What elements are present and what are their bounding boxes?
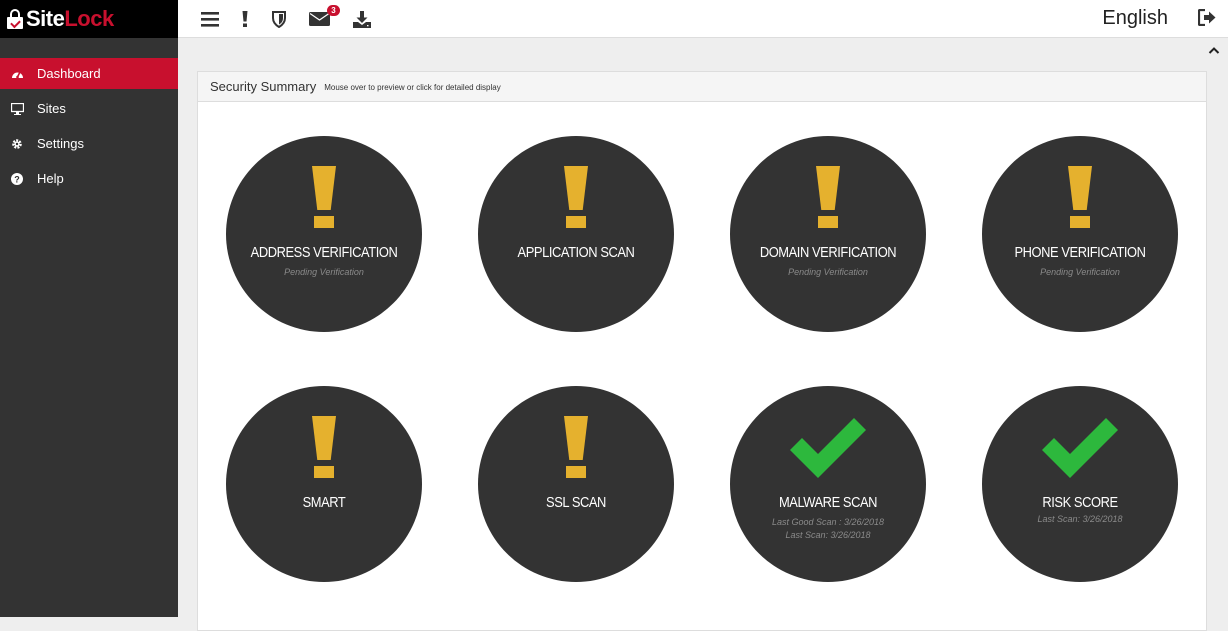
tile-risk-score[interactable]: RISK SCORE Last Scan: 3/26/2018 <box>982 386 1178 582</box>
tile-status-text: Last Scan: 3/26/2018 <box>1037 514 1123 524</box>
tile-status-text: Pending Verification <box>788 267 868 277</box>
sidebar-nav: Dashboard Sites Settings ? Help <box>0 58 178 194</box>
question-circle-icon: ? <box>10 172 24 186</box>
scroll-up-arrow-icon[interactable] <box>1208 41 1220 54</box>
sidebar-item-label: Help <box>37 171 64 186</box>
sidebar-item-help[interactable]: ? Help <box>0 163 178 194</box>
download-icon[interactable] <box>351 8 373 30</box>
warning-exclamation-icon <box>564 166 588 230</box>
warning-exclamation-icon <box>564 416 588 480</box>
brand-site-text: Site <box>26 6 65 31</box>
shield-icon[interactable] <box>268 8 290 30</box>
checkmark-icon <box>788 414 868 485</box>
mail-icon[interactable]: 3 <box>308 5 340 30</box>
tile-label: PHONE VERIFICATION <box>1014 244 1146 261</box>
gear-icon <box>10 137 24 151</box>
sidebar-item-dashboard[interactable]: Dashboard <box>0 58 178 89</box>
tile-status-text: Pending Verification <box>1040 267 1120 277</box>
menu-icon[interactable] <box>199 8 221 30</box>
svg-text:?: ? <box>14 174 20 184</box>
tile-status-text: Last Scan: 3/26/2018 <box>785 530 871 540</box>
tile-malware-scan[interactable]: MALWARE SCAN Last Good Scan : 3/26/2018 La… <box>730 386 926 582</box>
tile-label: ADDRESS VERIFICATION <box>250 244 398 261</box>
tile-label: MALWARE SCAN <box>778 494 878 511</box>
panel-title: Security Summary <box>210 79 317 94</box>
tile-smart[interactable]: SMART <box>226 386 422 582</box>
sidebar-item-label: Dashboard <box>37 66 101 81</box>
warning-exclamation-icon <box>312 416 336 480</box>
sidebar-item-sites[interactable]: Sites <box>0 93 178 124</box>
language-selector[interactable]: English <box>1102 7 1168 30</box>
sidebar-item-settings[interactable]: Settings <box>0 128 178 159</box>
tile-application-scan[interactable]: APPLICATION SCAN <box>478 136 674 332</box>
tile-domain-verification[interactable]: DOMAIN VERIFICATION Pending Verification <box>730 136 926 332</box>
warning-exclamation-icon <box>1068 166 1092 230</box>
tile-label: SSL SCAN <box>546 494 606 511</box>
tile-label: DOMAIN VERIFICATION <box>759 244 897 261</box>
sidebar: SiteLock Dashboard Sites Settings ? Help <box>0 0 178 617</box>
warning-exclamation-icon <box>816 166 840 230</box>
tile-phone-verification[interactable]: PHONE VERIFICATION Pending Verification <box>982 136 1178 332</box>
tile-status-text: Last Good Scan : 3/26/2018 <box>771 517 885 527</box>
mail-count-badge: 3 <box>327 5 340 16</box>
padlock-icon <box>6 9 24 29</box>
brand-lock-text: Lock <box>64 6 114 31</box>
warning-exclamation-icon <box>312 166 336 230</box>
tile-label: SMART <box>302 494 346 511</box>
checkmark-icon <box>1040 414 1120 485</box>
alert-icon[interactable] <box>234 8 256 30</box>
tile-label: APPLICATION SCAN <box>517 244 635 261</box>
tile-ssl-scan[interactable]: SSL SCAN <box>478 386 674 582</box>
sidebar-item-label: Settings <box>37 136 84 151</box>
sitelock-logo[interactable]: SiteLock <box>0 0 178 38</box>
sidebar-item-label: Sites <box>37 101 66 116</box>
dashboard-icon <box>10 67 24 81</box>
sign-out-icon[interactable] <box>1197 8 1216 31</box>
panel-header: Security Summary Mouse over to preview o… <box>198 72 1206 102</box>
top-bar: 3 English <box>178 0 1228 38</box>
tile-label: RISK SCORE <box>1042 494 1118 511</box>
tile-address-verification[interactable]: ADDRESS VERIFICATION Pending Verification <box>226 136 422 332</box>
monitor-icon <box>10 102 24 116</box>
panel-subtitle: Mouse over to preview or click for detai… <box>324 83 501 92</box>
tile-status-text: Pending Verification <box>284 267 364 277</box>
